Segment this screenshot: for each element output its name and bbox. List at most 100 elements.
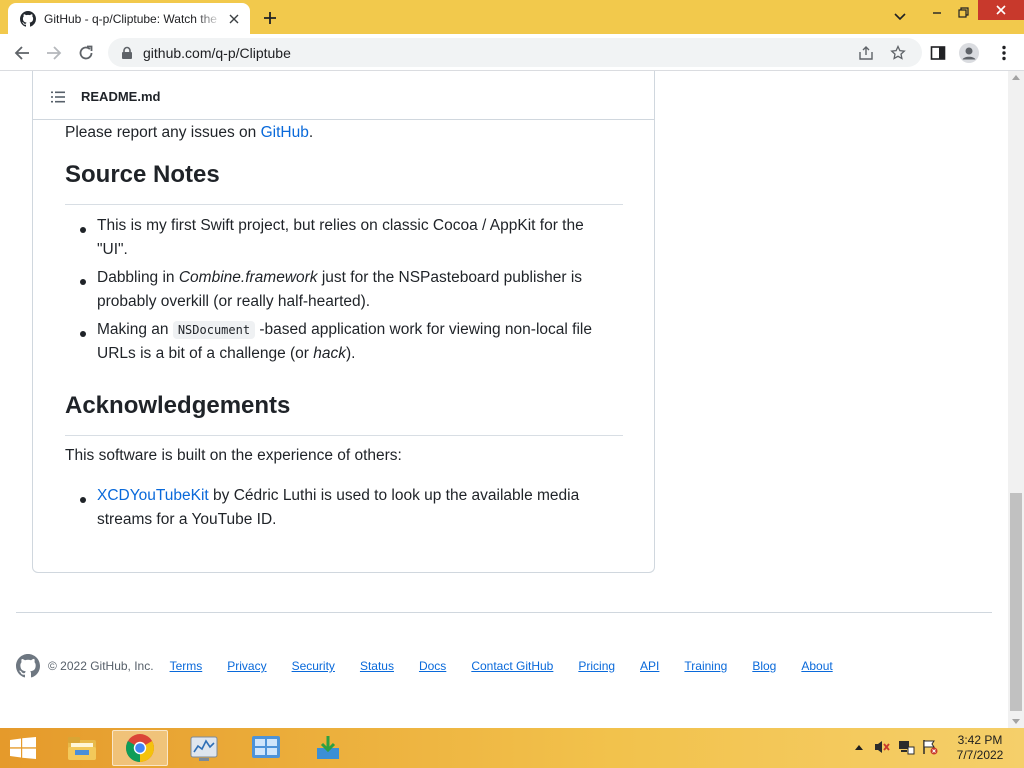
list-item-text: "UI". — [97, 241, 128, 258]
list-item-text: by Cédric Luthi is used to look up the a… — [208, 487, 580, 504]
footer-links: Terms Privacy Security Status Docs Conta… — [170, 659, 858, 673]
restore-icon — [957, 6, 969, 18]
footer-divider — [16, 612, 992, 613]
github-issues-link[interactable]: GitHub — [261, 124, 309, 141]
profile-avatar-icon — [959, 43, 979, 63]
list-item: XCDYouTubeKit by Cédric Luthi is used to… — [97, 484, 579, 532]
plus-icon — [264, 12, 276, 24]
heading-divider — [65, 204, 623, 205]
folder-icon — [68, 737, 96, 760]
browser-menu-button[interactable] — [994, 43, 1014, 63]
acknowledgements-intro: This software is built on the experience… — [65, 447, 402, 464]
footer-link-security[interactable]: Security — [292, 659, 335, 673]
list-item-emphasis: hack — [313, 345, 346, 362]
report-text: Please report any issues on — [65, 124, 261, 141]
list-bullet — [80, 497, 86, 503]
chevron-down-icon — [894, 13, 906, 21]
footer-link-status[interactable]: Status — [360, 659, 394, 673]
flag-warning-icon — [923, 740, 938, 755]
list-item: Making an NSDocument -based application … — [97, 318, 592, 366]
taskbar-chrome[interactable] — [112, 730, 168, 766]
footer-link-privacy[interactable]: Privacy — [227, 659, 266, 673]
lock-icon[interactable] — [120, 46, 134, 60]
browser-tab[interactable]: GitHub - q-p/Cliptube: Watch the — [8, 3, 250, 34]
footer-link-contact-github[interactable]: Contact GitHub — [471, 659, 553, 673]
list-bullet — [80, 331, 86, 337]
acknowledgements-heading: Acknowledgements — [65, 392, 291, 419]
inline-code: NSDocument — [172, 321, 256, 339]
chrome-icon — [126, 734, 154, 762]
footer-link-terms[interactable]: Terms — [170, 659, 203, 673]
restore-window-button[interactable] — [951, 0, 975, 24]
back-button[interactable] — [10, 41, 34, 65]
source-notes-heading: Source Notes — [65, 161, 220, 188]
clock-time: 3:42 PM — [957, 733, 1003, 747]
page-viewport: README.md Please report any issues on Gi… — [0, 71, 1008, 728]
list-item-emphasis: Combine.framework — [178, 269, 318, 286]
scrollbar-thumb[interactable] — [1010, 493, 1022, 711]
share-icon[interactable] — [858, 45, 874, 61]
close-window-button[interactable] — [978, 0, 1024, 20]
taskbar-installer[interactable] — [300, 730, 356, 766]
chevron-up-icon — [855, 745, 863, 750]
heading-divider — [65, 435, 623, 436]
footer-link-blog[interactable]: Blog — [752, 659, 776, 673]
taskbar-file-explorer[interactable] — [54, 730, 110, 766]
report-paragraph: Please report any issues on GitHub. — [65, 121, 313, 145]
new-tab-button[interactable] — [258, 6, 282, 30]
url-text: github.com/q-p/Cliptube — [143, 44, 291, 61]
footer-link-docs[interactable]: Docs — [419, 659, 446, 673]
forward-button[interactable] — [42, 41, 66, 65]
clock-date: 7/7/2022 — [956, 748, 1004, 762]
network-tray-icon[interactable] — [897, 738, 915, 756]
taskbar-performance-monitor[interactable] — [176, 730, 232, 766]
footer-link-api[interactable]: API — [640, 659, 659, 673]
readme-container: README.md Please report any issues on Gi… — [32, 71, 655, 573]
list-bullet — [80, 227, 86, 233]
xcdyoutubekit-link[interactable]: XCDYouTubeKit — [97, 487, 209, 504]
readme-header: README.md — [33, 71, 654, 120]
github-favicon-icon — [20, 10, 36, 27]
minimize-icon — [933, 12, 941, 14]
site-footer: © 2022 GitHub, Inc. Terms Privacy Securi… — [16, 654, 858, 678]
system-clock[interactable]: 3:42 PM 7/7/2022 — [950, 733, 1010, 763]
bookmark-star-icon[interactable] — [890, 45, 906, 61]
scroll-up-arrow-icon[interactable] — [1012, 75, 1020, 80]
profile-button[interactable] — [959, 43, 979, 63]
list-item-text: ). — [346, 345, 356, 362]
list-item-text: Dabbling in — [97, 269, 179, 286]
github-logo-icon[interactable] — [16, 654, 40, 678]
tab-title: GitHub - q-p/Cliptube: Watch the — [44, 11, 217, 26]
tab-close-icon[interactable] — [226, 11, 242, 27]
taskbar-control-panel[interactable] — [238, 730, 294, 766]
address-bar[interactable]: github.com/q-p/Cliptube — [108, 38, 922, 67]
performance-monitor-icon — [190, 736, 218, 761]
page-scrollbar[interactable] — [1008, 71, 1024, 728]
side-panel-icon — [930, 46, 946, 60]
list-item-text: just for the NSPasteboard publisher is — [317, 269, 583, 286]
windows-start-icon[interactable] — [8, 737, 38, 759]
footer-link-training[interactable]: Training — [684, 659, 727, 673]
close-icon — [996, 5, 1006, 15]
windows-taskbar: 3:42 PM 7/7/2022 — [0, 728, 1024, 768]
control-panel-icon — [252, 736, 280, 758]
side-panel-button[interactable] — [928, 43, 948, 63]
footer-link-pricing[interactable]: Pricing — [578, 659, 615, 673]
kebab-menu-icon — [1002, 45, 1006, 61]
list-item-text: This is my first Swift project, but reli… — [97, 217, 584, 234]
action-center-tray-icon[interactable] — [921, 738, 939, 756]
speaker-muted-icon — [875, 741, 890, 753]
footer-copyright: © 2022 GitHub, Inc. — [48, 659, 154, 673]
list-item: This is my first Swift project, but reli… — [97, 214, 584, 262]
reload-button[interactable] — [74, 41, 98, 65]
tab-search-button[interactable] — [888, 5, 912, 29]
minimize-window-button[interactable] — [925, 0, 949, 24]
show-hidden-icons-button[interactable] — [850, 738, 868, 756]
scroll-down-arrow-icon[interactable] — [1012, 719, 1020, 724]
arrow-left-icon — [14, 46, 29, 60]
volume-tray-icon[interactable] — [873, 738, 891, 756]
table-of-contents-icon[interactable] — [50, 89, 66, 105]
list-bullet — [80, 279, 86, 285]
arrow-right-icon — [47, 46, 62, 60]
footer-link-about[interactable]: About — [801, 659, 832, 673]
